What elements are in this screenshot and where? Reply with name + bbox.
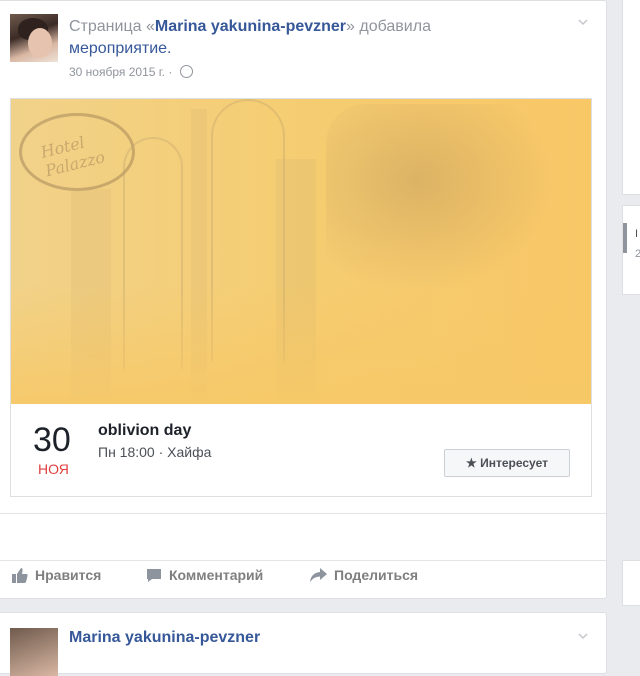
post-actions: Нравится Комментарий Поделиться (0, 567, 606, 591)
cover-fade (11, 284, 591, 404)
header-suffix: » добавила (346, 18, 431, 35)
avatar-face (28, 28, 52, 58)
author-avatar[interactable] (10, 14, 58, 62)
event-title[interactable]: oblivion day (98, 422, 191, 440)
right-panel: I 2 (622, 205, 640, 295)
like-button[interactable]: Нравится (12, 567, 101, 583)
right-text: 2 (635, 248, 640, 260)
post-header: Страница «Marina yakunina-pevzner» добав… (69, 16, 489, 60)
comment-icon (147, 568, 161, 582)
like-label: Нравится (35, 567, 102, 583)
event-month: НОЯ (38, 461, 69, 477)
author-link[interactable]: Marina yakunina-pevzner (155, 18, 346, 35)
chevron-down-icon[interactable] (578, 17, 588, 27)
header-prefix: Страница « (69, 18, 155, 35)
thumbs-up-icon (12, 567, 28, 583)
share-button[interactable]: Поделиться (310, 567, 418, 583)
post-card: Страница «Marina yakunina-pevzner» добав… (0, 0, 607, 599)
cover-shadow (326, 104, 556, 294)
event-day: 30 (33, 421, 71, 459)
share-icon (310, 567, 327, 582)
next-author-avatar[interactable] (10, 628, 58, 676)
right-panel (622, 560, 640, 606)
section-bar (623, 223, 627, 253)
comment-label: Комментарий (169, 567, 264, 583)
event-attachment[interactable]: Hotel Palazzo 30 НОЯ oblivion day Пн 18:… (10, 98, 592, 497)
divider (0, 513, 606, 514)
event-subtitle: Пн 18:00 · Хайфа (98, 444, 212, 460)
post-meta: 30 ноября 2015 г. · (69, 65, 193, 79)
comment-button[interactable]: Комментарий (146, 567, 263, 583)
event-link[interactable]: мероприятие. (69, 40, 171, 57)
hotel-sign: Hotel Palazzo (19, 113, 135, 191)
next-post-card: Marina yakunina-pevzner (0, 612, 607, 676)
divider (0, 560, 606, 561)
event-cover-image[interactable]: Hotel Palazzo (11, 99, 591, 404)
interested-button[interactable]: ★ Интересует (444, 449, 570, 477)
share-label: Поделиться (334, 567, 419, 583)
next-author-link[interactable]: Marina yakunina-pevzner (69, 629, 260, 647)
right-panel (622, 0, 640, 195)
timestamp-link[interactable]: 30 ноября 2015 г. · (69, 65, 172, 79)
globe-icon (179, 65, 193, 78)
right-text: I (635, 228, 639, 240)
